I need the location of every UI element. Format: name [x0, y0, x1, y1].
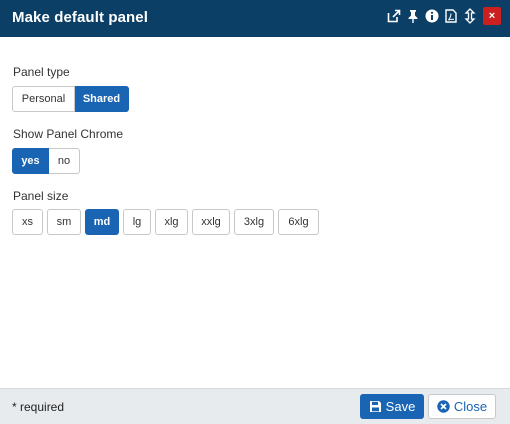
- panel-size-xlg-button[interactable]: xlg: [155, 209, 188, 235]
- panel-size-group: xs sm md lg xlg xxlg 3xlg 6xlg: [12, 209, 323, 235]
- close-label: Close: [453, 399, 488, 414]
- panel-size-3xlg-button[interactable]: 3xlg: [234, 209, 274, 235]
- floppy-disk-icon: [369, 400, 382, 413]
- panel-size-xs-button[interactable]: xs: [12, 209, 43, 235]
- save-button[interactable]: Save: [360, 394, 424, 419]
- panel-chrome-label: Show Panel Chrome: [13, 127, 124, 141]
- panel-size-md-button[interactable]: md: [85, 209, 119, 235]
- panel-type-shared-button[interactable]: Shared: [75, 86, 129, 112]
- required-note: * required: [12, 400, 65, 414]
- panel-size-lg-button[interactable]: lg: [123, 209, 151, 235]
- panel-type-personal-button[interactable]: Personal: [12, 86, 75, 112]
- close-button[interactable]: Close: [428, 394, 496, 419]
- panel-type-label: Panel type: [13, 65, 70, 79]
- panel-chrome-no-button[interactable]: no: [49, 148, 80, 174]
- external-link-icon[interactable]: [386, 7, 402, 25]
- pdf-icon[interactable]: [443, 7, 459, 25]
- close-window-button[interactable]: ×: [483, 7, 501, 25]
- pin-icon[interactable]: [405, 7, 421, 25]
- panel-chrome-yes-button[interactable]: yes: [12, 148, 49, 174]
- save-label: Save: [385, 399, 416, 414]
- panel-size-sm-button[interactable]: sm: [47, 209, 81, 235]
- dialog-title: Make default panel: [12, 9, 149, 26]
- close-circle-icon: [437, 400, 450, 413]
- dialog-header: Make default panel ×: [0, 0, 510, 37]
- dialog-footer: * required Save Close: [0, 388, 510, 424]
- panel-type-group: Personal Shared: [12, 86, 129, 112]
- header-toolbar: ×: [383, 7, 501, 25]
- info-icon[interactable]: [424, 7, 440, 25]
- panel-size-xxlg-button[interactable]: xxlg: [192, 209, 230, 235]
- panel-chrome-group: yes no: [12, 148, 80, 174]
- panel-size-6xlg-button[interactable]: 6xlg: [278, 209, 319, 235]
- panel-size-label: Panel size: [13, 189, 69, 203]
- resize-vertical-icon[interactable]: [462, 7, 478, 25]
